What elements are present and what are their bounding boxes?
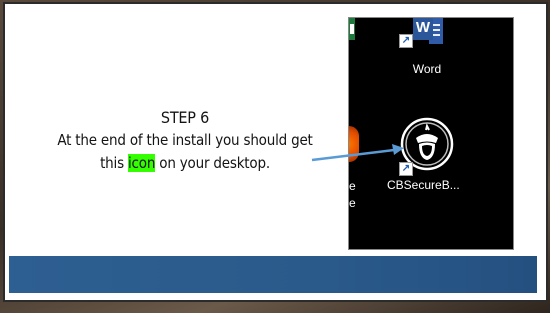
partial-label-line-2: e [349,196,356,210]
instruction-line-1: At the end of the install you should get [57,131,313,149]
cbsecure-browser-label[interactable]: CBSecureB... [387,178,460,192]
word-label[interactable]: Word [405,62,449,76]
shortcut-arrow-icon: ↗ [399,34,413,48]
step-title: STEP 6 [160,108,210,127]
step-caption: STEP 6 At the end of the install you sho… [25,106,345,175]
highlighted-word: icon [128,154,156,172]
instruction-line-2-post: on your desktop. [155,154,270,172]
instruction-line-2: this icon on your desktop. [25,152,345,175]
footer-bar [9,256,537,293]
partial-app-icon [349,18,355,40]
partial-icon-label: e e [349,178,356,212]
shortcut-arrow-icon: ↗ [399,162,413,176]
partial-orange-app-icon [349,126,359,162]
partial-label-line-1: e [349,179,356,193]
desktop-screenshot: W ↗ Word e e ↗ CBSecureB... [348,17,514,250]
instruction-line-2-pre: this [100,154,128,172]
word-letter: W [413,18,433,40]
word-icon[interactable]: W ↗ [399,18,453,48]
